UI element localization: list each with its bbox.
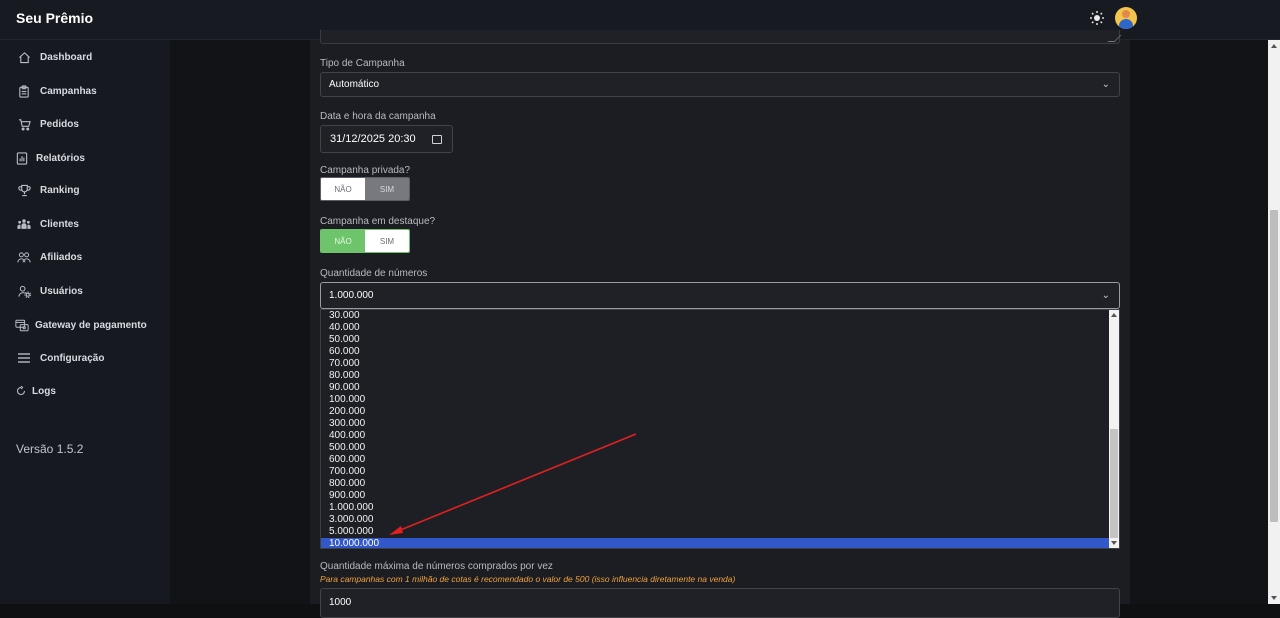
quantidade-numeros-value: 1.000.000	[329, 290, 374, 301]
tipo-campanha-value: Automático	[329, 79, 380, 90]
user-avatar[interactable]	[1115, 7, 1137, 29]
quantidade-option[interactable]: 40.000	[321, 322, 1110, 334]
quantidade-option[interactable]: 5.000.000	[321, 526, 1110, 538]
quantidade-numeros-select[interactable]: 1.000.000 ⌄	[320, 282, 1120, 309]
quantidade-option[interactable]: 300.000	[321, 418, 1110, 430]
trophy-icon	[16, 182, 32, 198]
quantidade-option[interactable]: 60.000	[321, 346, 1110, 358]
sidebar-item-campanhas[interactable]: Campanhas	[16, 80, 97, 102]
quantidade-option[interactable]: 200.000	[321, 406, 1110, 418]
scroll-down-icon[interactable]	[1111, 541, 1117, 545]
campanha-privada-toggle: NÃO SIM	[320, 177, 410, 201]
page-scrollbar-thumb[interactable]	[1270, 210, 1278, 522]
destaque-nao-option[interactable]: NÃO	[321, 230, 365, 252]
chevron-down-icon: ⌄	[1101, 79, 1110, 90]
sidebar-item-label: Pedidos	[40, 118, 79, 130]
calendar-icon[interactable]	[432, 135, 442, 144]
sidebar-item-label: Campanhas	[40, 85, 97, 97]
sidebar-item-label: Usuários	[40, 285, 83, 297]
quantidade-option[interactable]: 80.000	[321, 370, 1110, 382]
sidebar-item-afiliados[interactable]: Afiliados	[16, 246, 82, 268]
max-numeros-value: 1000	[329, 597, 352, 608]
max-numeros-hint: Para campanhas com 1 milhão de cotas é r…	[320, 574, 736, 584]
sidebar-item-label: Relatórios	[36, 152, 85, 164]
sidebar-item-label: Ranking	[40, 184, 80, 196]
sidebar-item-label: Gateway de pagamento	[35, 319, 147, 331]
quantidade-option[interactable]: 10.000.000	[321, 538, 1110, 548]
report-icon	[14, 150, 30, 166]
payment-icon	[14, 317, 30, 333]
avatar-head	[1122, 10, 1130, 18]
description-textarea[interactable]	[320, 30, 1122, 44]
chevron-down-icon: ⌄	[1101, 290, 1110, 301]
privada-nao-option[interactable]: NÃO	[321, 178, 365, 200]
avatar-body	[1119, 19, 1133, 29]
destaque-sim-option[interactable]: SIM	[365, 230, 409, 252]
tipo-campanha-select[interactable]: Automático ⌄	[320, 72, 1120, 97]
clipboard-icon	[16, 83, 32, 99]
sidebar-item-label: Logs	[32, 385, 56, 397]
max-numeros-label: Quantidade máxima de números comprados p…	[320, 561, 553, 572]
campanha-destaque-toggle: NÃO SIM	[320, 229, 410, 253]
quantidade-option[interactable]: 500.000	[321, 442, 1110, 454]
privada-sim-option[interactable]: SIM	[365, 178, 409, 200]
quantidade-option[interactable]: 3.000.000	[321, 514, 1110, 526]
quantidade-option[interactable]: 800.000	[321, 478, 1110, 490]
quantidade-option[interactable]: 50.000	[321, 334, 1110, 346]
quantidade-option[interactable]: 900.000	[321, 490, 1110, 502]
cart-icon	[16, 116, 32, 132]
sidebar-item-clientes[interactable]: Clientes	[16, 213, 79, 235]
app-version: Versão 1.5.2	[16, 442, 84, 456]
scroll-up-icon[interactable]	[1271, 44, 1277, 48]
sidebar-item-configuracao[interactable]: Configuração	[16, 347, 104, 369]
sidebar-item-label: Configuração	[40, 352, 105, 364]
resize-handle-icon[interactable]	[1107, 35, 1122, 42]
data-campanha-input[interactable]: 31/12/2025 20:30	[320, 125, 453, 153]
scroll-down-icon[interactable]	[1271, 596, 1277, 600]
menu-icon	[16, 350, 32, 366]
data-campanha-label: Data e hora da campanha	[320, 111, 436, 122]
quantidade-numeros-label: Quantidade de números	[320, 268, 428, 279]
brand-title[interactable]: Seu Prêmio	[16, 10, 93, 26]
sun-icon[interactable]	[1088, 10, 1106, 28]
affiliates-icon	[16, 249, 32, 265]
quantidade-option[interactable]: 400.000	[321, 430, 1110, 442]
user-gear-icon	[16, 283, 32, 299]
sidebar-item-relatorios[interactable]: Relatórios	[14, 147, 85, 169]
sidebar-item-dashboard[interactable]: Dashboard	[16, 46, 92, 68]
sidebar: Dashboard Campanhas Pedidos Relatórios R…	[0, 40, 170, 604]
quantidade-option[interactable]: 1.000.000	[321, 502, 1110, 514]
sidebar-item-pedidos[interactable]: Pedidos	[16, 113, 79, 135]
dropdown-scrollbar[interactable]	[1109, 310, 1119, 548]
quantidade-option[interactable]: 90.000	[321, 382, 1110, 394]
quantidade-option[interactable]: 30.000	[321, 310, 1110, 322]
campanha-privada-label: Campanha privada?	[320, 165, 411, 176]
scroll-up-icon[interactable]	[1111, 313, 1117, 317]
quantidade-option[interactable]: 700.000	[321, 466, 1110, 478]
dropdown-scrollbar-thumb[interactable]	[1110, 429, 1118, 538]
quantidade-option[interactable]: 70.000	[321, 358, 1110, 370]
sidebar-item-label: Dashboard	[40, 51, 93, 63]
max-numeros-input[interactable]: 1000	[320, 588, 1120, 618]
sidebar-item-label: Clientes	[40, 218, 79, 230]
sidebar-item-logs[interactable]: Logs	[16, 380, 56, 402]
data-campanha-value: 31/12/2025 20:30	[330, 133, 416, 145]
page-scrollbar[interactable]	[1268, 40, 1280, 604]
quantidade-option[interactable]: 100.000	[321, 394, 1110, 406]
sidebar-item-label: Afiliados	[40, 251, 83, 263]
sidebar-item-ranking[interactable]: Ranking	[16, 179, 79, 201]
tipo-campanha-label: Tipo de Campanha	[320, 58, 405, 69]
home-icon	[16, 49, 32, 65]
quantidade-options-list: 10.000.000 5.000.000 3.000.000 1.000.000 900…	[320, 309, 1120, 549]
sidebar-item-usuarios[interactable]: Usuários	[16, 280, 83, 302]
quantidade-option[interactable]: 600.000	[321, 454, 1110, 466]
refresh-icon	[16, 383, 26, 399]
sidebar-item-gateway[interactable]: Gateway de pagamento	[14, 314, 147, 336]
campanha-destaque-label: Campanha em destaque?	[320, 216, 436, 227]
users-icon	[16, 216, 32, 232]
